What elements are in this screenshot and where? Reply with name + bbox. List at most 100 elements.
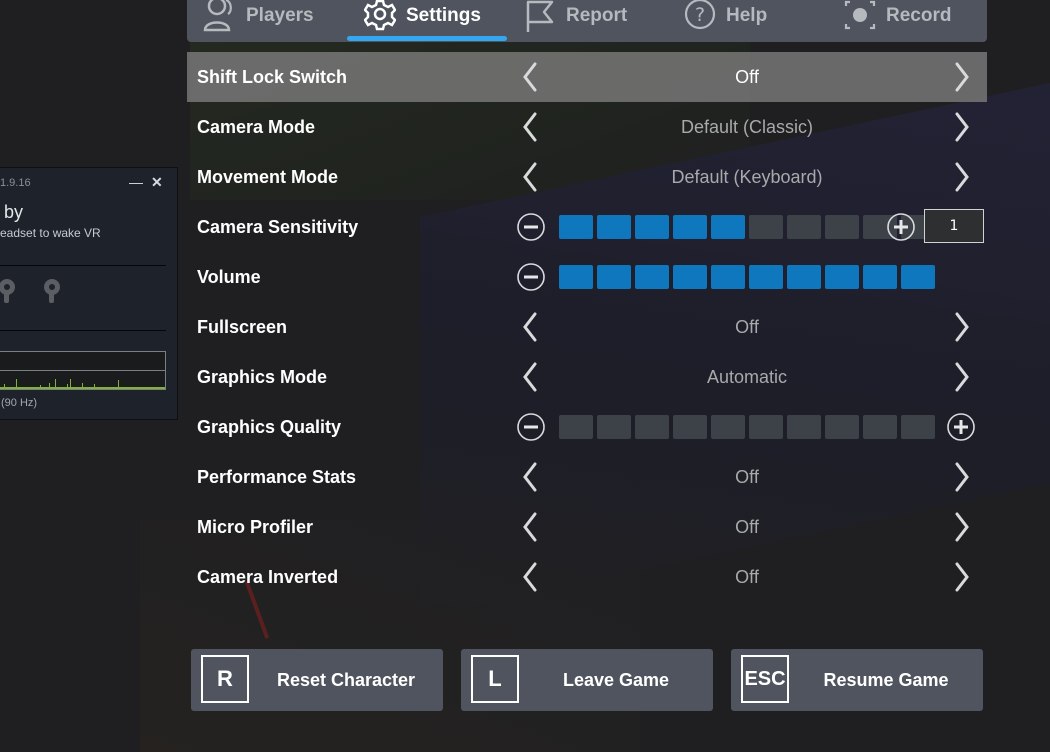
setting-row-movement-mode[interactable]: Movement Mode Default (Keyboard) xyxy=(187,152,987,202)
slider-step[interactable] xyxy=(901,415,935,439)
resume-game-button[interactable]: ESC Resume Game xyxy=(731,649,983,711)
leave-game-button[interactable]: L Leave Game xyxy=(461,649,713,711)
slider-step[interactable] xyxy=(711,265,745,289)
increase-icon[interactable] xyxy=(947,413,975,441)
setting-row-camera-sensitivity[interactable]: Camera Sensitivity 1 xyxy=(187,202,987,252)
tab-label: Players xyxy=(246,5,314,26)
slider-step[interactable] xyxy=(635,215,669,239)
setting-label: Camera Inverted xyxy=(197,567,339,587)
chevron-left-icon[interactable] xyxy=(515,111,547,143)
slider-step[interactable] xyxy=(597,415,631,439)
chevron-left-icon[interactable] xyxy=(515,561,547,593)
slider-step[interactable] xyxy=(559,415,593,439)
slider-step[interactable] xyxy=(863,415,897,439)
tab-report[interactable]: Report xyxy=(524,0,627,32)
slider-step[interactable] xyxy=(635,265,669,289)
graph-spike xyxy=(118,380,119,387)
slider-step[interactable] xyxy=(597,265,631,289)
slider-step[interactable] xyxy=(635,415,669,439)
setting-row-volume[interactable]: Volume xyxy=(187,252,987,302)
players-icon xyxy=(203,0,232,32)
setting-value: Off xyxy=(735,567,759,587)
tab-settings[interactable]: Settings xyxy=(364,0,481,32)
slider-track[interactable] xyxy=(559,415,935,439)
vr-version-text: 1.9.16 xyxy=(0,177,31,189)
setting-row-camera-inverted[interactable]: Camera Inverted Off xyxy=(187,552,987,602)
setting-row-graphics-mode[interactable]: Graphics Mode Automatic xyxy=(187,352,987,402)
chevron-right-icon[interactable] xyxy=(945,111,977,143)
minimize-icon[interactable]: — xyxy=(129,174,143,190)
tab-players[interactable]: Players xyxy=(202,0,314,32)
sensitivity-input[interactable]: 1 xyxy=(924,209,984,243)
tab-label: Record xyxy=(886,5,952,26)
slider-step[interactable] xyxy=(749,215,783,239)
chevron-left-icon[interactable] xyxy=(515,361,547,393)
slider-step[interactable] xyxy=(749,415,783,439)
setting-row-micro-profiler[interactable]: Micro Profiler Off xyxy=(187,502,987,552)
setting-value: Automatic xyxy=(706,367,788,387)
chevron-left-icon[interactable] xyxy=(515,461,547,493)
gear-icon xyxy=(364,0,396,31)
decrease-icon[interactable] xyxy=(517,263,545,291)
tab-help[interactable]: ? Help xyxy=(684,0,767,32)
chevron-left-icon[interactable] xyxy=(515,161,547,193)
slider-step[interactable] xyxy=(901,265,935,289)
slider-step[interactable] xyxy=(749,265,783,289)
tab-label: Report xyxy=(566,5,628,26)
chevron-left-icon[interactable] xyxy=(515,311,547,343)
menu-tab-bar: Players Settings Report ? Help Record xyxy=(187,0,987,42)
setting-row-shift-lock-switch[interactable]: Shift Lock Switch Off xyxy=(187,52,987,102)
key-hint-l: L xyxy=(471,655,519,703)
decrease-icon[interactable] xyxy=(517,213,545,241)
increase-icon[interactable] xyxy=(887,213,915,241)
frame-timing-graph xyxy=(0,351,166,390)
close-icon[interactable]: ✕ xyxy=(151,174,163,191)
slider-step[interactable] xyxy=(559,215,593,239)
vr-status-window: 1.9.16 — ✕ by eadset to wake VR (90 Hz) xyxy=(0,167,178,420)
slider-step[interactable] xyxy=(825,265,859,289)
setting-row-performance-stats[interactable]: Performance Stats Off xyxy=(187,452,987,502)
graph-spike xyxy=(16,379,17,387)
slider-step[interactable] xyxy=(825,415,859,439)
slider-step[interactable] xyxy=(787,215,821,239)
slider-step[interactable] xyxy=(863,265,897,289)
slider-step[interactable] xyxy=(711,215,745,239)
slider-step[interactable] xyxy=(787,265,821,289)
chevron-right-icon[interactable] xyxy=(945,311,977,343)
chevron-left-icon[interactable] xyxy=(515,61,547,93)
setting-label: Shift Lock Switch xyxy=(197,67,348,87)
key-hint-esc: ESC xyxy=(741,655,789,703)
slider-step[interactable] xyxy=(711,415,745,439)
slider-step[interactable] xyxy=(673,415,707,439)
refresh-rate-text: (90 Hz) xyxy=(1,397,38,409)
graph-spike xyxy=(67,384,68,387)
chevron-right-icon[interactable] xyxy=(945,511,977,543)
slider-step[interactable] xyxy=(559,265,593,289)
vr-window-title: by xyxy=(4,202,24,222)
tab-label: Help xyxy=(726,5,768,26)
setting-label: Camera Mode xyxy=(197,117,316,137)
setting-label: Movement Mode xyxy=(197,167,339,187)
setting-value: Off xyxy=(735,67,759,87)
slider-track[interactable] xyxy=(559,215,935,239)
setting-row-camera-mode[interactable]: Camera Mode Default (Classic) xyxy=(187,102,987,152)
slider-step[interactable] xyxy=(825,215,859,239)
slider-step[interactable] xyxy=(673,215,707,239)
chevron-right-icon[interactable] xyxy=(945,461,977,493)
chevron-right-icon[interactable] xyxy=(945,161,977,193)
slider-track[interactable] xyxy=(559,265,935,289)
graph-spike xyxy=(94,384,95,387)
chevron-right-icon[interactable] xyxy=(945,61,977,93)
slider-step[interactable] xyxy=(787,415,821,439)
setting-row-fullscreen[interactable]: Fullscreen Off xyxy=(187,302,987,352)
chevron-right-icon[interactable] xyxy=(945,561,977,593)
setting-row-graphics-quality[interactable]: Graphics Quality xyxy=(187,402,987,452)
decrease-icon[interactable] xyxy=(517,413,545,441)
slider-step[interactable] xyxy=(673,265,707,289)
base-station-icon xyxy=(44,279,60,303)
chevron-left-icon[interactable] xyxy=(515,511,547,543)
tab-record[interactable]: Record xyxy=(844,0,951,32)
slider-step[interactable] xyxy=(597,215,631,239)
reset-character-button[interactable]: R Reset Character xyxy=(191,649,443,711)
chevron-right-icon[interactable] xyxy=(945,361,977,393)
